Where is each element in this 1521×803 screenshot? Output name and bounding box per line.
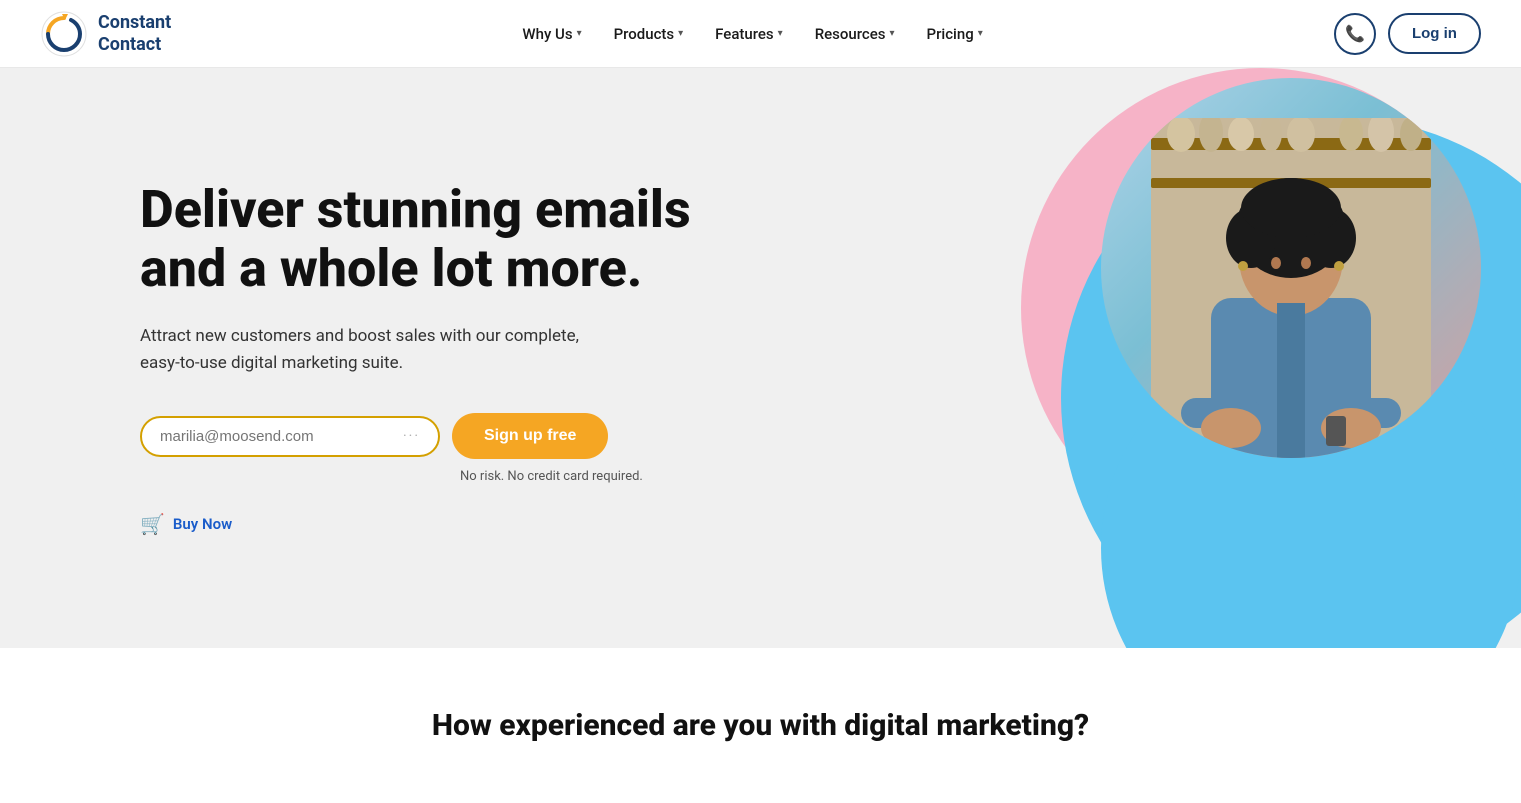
person-silhouette-svg bbox=[1151, 118, 1431, 458]
bottom-section: How experienced are you with digital mar… bbox=[0, 648, 1521, 803]
chevron-down-icon: ▾ bbox=[978, 28, 983, 39]
chevron-down-icon: ▾ bbox=[577, 28, 582, 39]
person-photo bbox=[1101, 78, 1481, 458]
hero-subtitle: Attract new customers and boost sales wi… bbox=[140, 323, 620, 377]
cart-icon: 🛒 bbox=[140, 512, 165, 536]
hero-illustration bbox=[861, 68, 1521, 648]
nav-item-resources[interactable]: Resources ▾ bbox=[801, 17, 909, 51]
hero-content: Deliver stunning emails and a whole lot … bbox=[0, 120, 700, 597]
chevron-down-icon: ▾ bbox=[889, 28, 894, 39]
phone-button[interactable]: 📞 bbox=[1334, 13, 1376, 55]
nav-item-products[interactable]: Products ▾ bbox=[600, 17, 698, 51]
email-input[interactable] bbox=[160, 428, 395, 445]
hero-title: Deliver stunning emails and a whole lot … bbox=[140, 180, 700, 300]
signup-row: ··· Sign up free bbox=[140, 413, 700, 459]
login-button[interactable]: Log in bbox=[1388, 13, 1481, 54]
no-risk-text: No risk. No credit card required. bbox=[460, 469, 700, 484]
logo-text: Constant Contact bbox=[98, 12, 171, 55]
hero-section: Deliver stunning emails and a whole lot … bbox=[0, 68, 1521, 648]
signup-button[interactable]: Sign up free bbox=[452, 413, 608, 459]
logo-icon bbox=[40, 10, 88, 58]
email-dots-icon: ··· bbox=[403, 428, 420, 444]
bottom-title: How experienced are you with digital mar… bbox=[40, 708, 1481, 743]
logo[interactable]: Constant Contact bbox=[40, 10, 171, 58]
nav-item-features[interactable]: Features ▾ bbox=[701, 17, 797, 51]
chevron-down-icon: ▾ bbox=[678, 28, 683, 39]
header-actions: 📞 Log in bbox=[1334, 13, 1481, 55]
nav-item-why-us[interactable]: Why Us ▾ bbox=[508, 17, 595, 51]
chevron-down-icon: ▾ bbox=[778, 28, 783, 39]
main-nav: Why Us ▾ Products ▾ Features ▾ Resources… bbox=[508, 17, 996, 51]
nav-item-pricing[interactable]: Pricing ▾ bbox=[913, 17, 997, 51]
phone-icon: 📞 bbox=[1345, 24, 1365, 44]
email-input-container[interactable]: ··· bbox=[140, 416, 440, 457]
buy-now-link[interactable]: 🛒 Buy Now bbox=[140, 512, 700, 536]
header: Constant Contact Why Us ▾ Products ▾ Fea… bbox=[0, 0, 1521, 68]
buy-now-label: Buy Now bbox=[173, 515, 232, 533]
